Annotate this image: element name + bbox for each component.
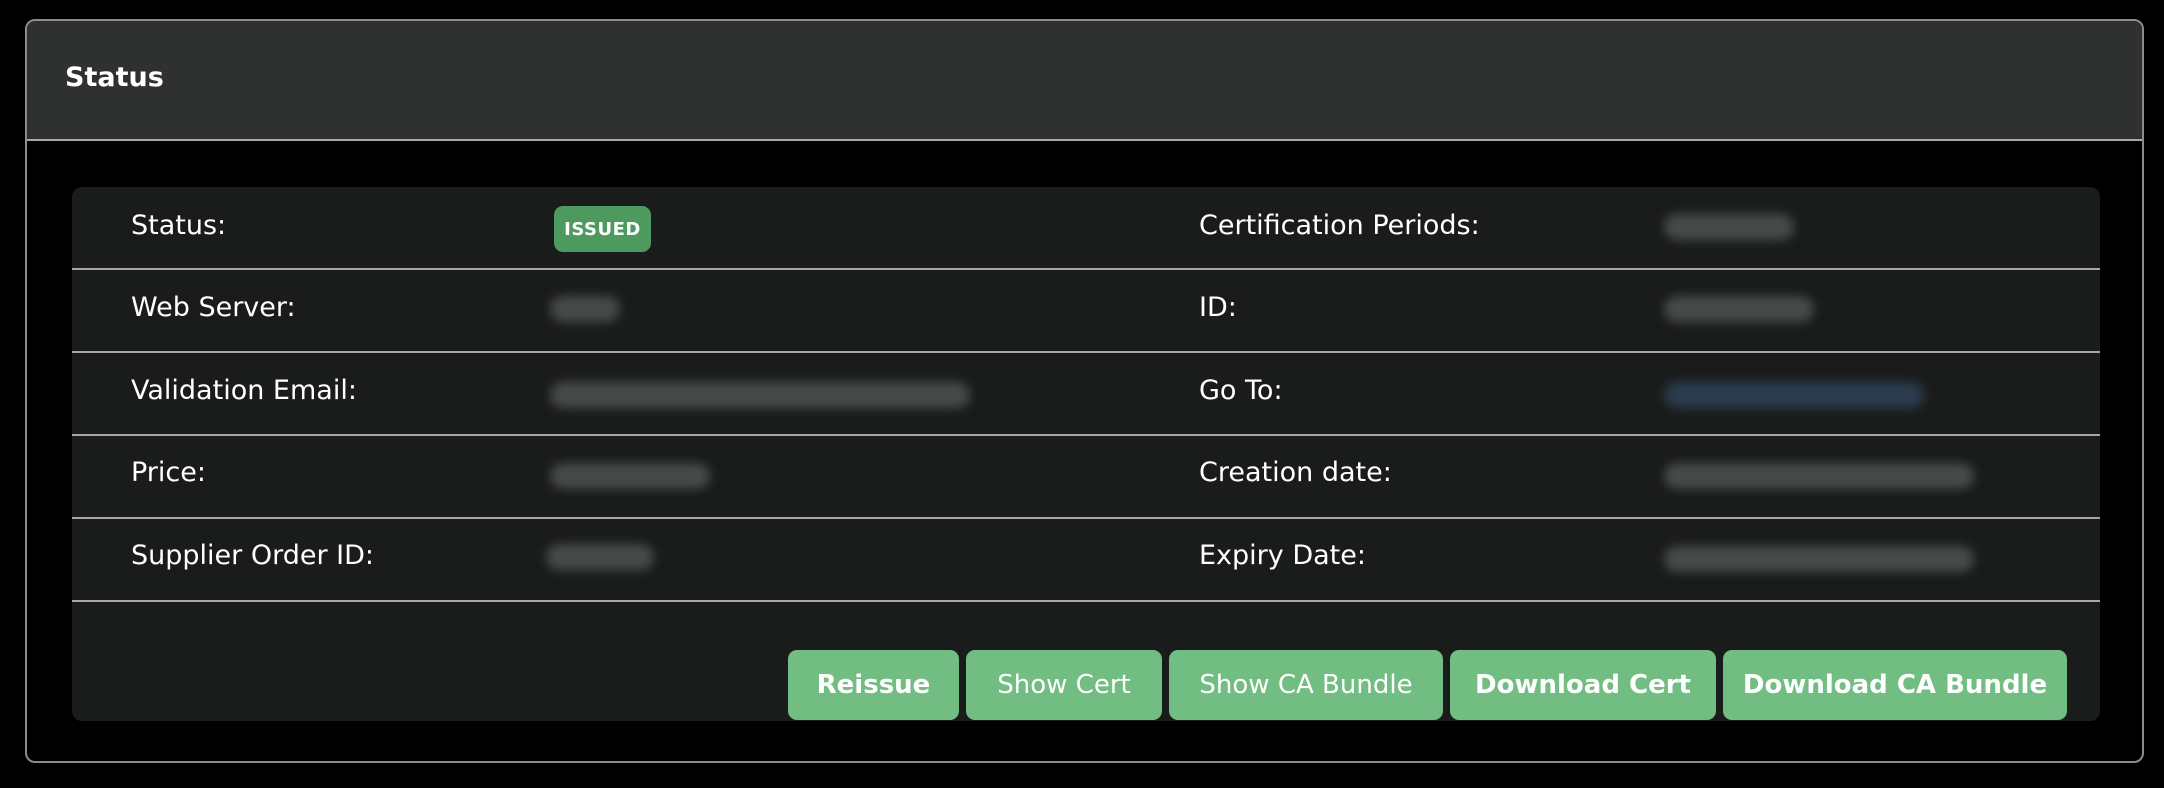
go-to-label: Go To: [1199, 375, 1283, 406]
id-value-redacted [1664, 296, 1814, 322]
web-server-value-redacted [550, 296, 620, 322]
card-header: Status [27, 21, 2142, 141]
download-ca-bundle-button[interactable]: Download CA Bundle [1723, 650, 2067, 720]
status-label: Status: [131, 210, 227, 241]
download-cert-button[interactable]: Download Cert [1450, 650, 1716, 720]
certification-periods-value-redacted [1664, 214, 1794, 240]
price-label: Price: [131, 457, 206, 488]
validation-email-value-redacted [550, 382, 970, 408]
creation-date-value-redacted [1664, 463, 1974, 489]
status-badge: ISSUED [554, 206, 651, 252]
expiry-date-value-redacted [1664, 546, 1974, 572]
supplier-order-id-value-redacted [546, 544, 654, 570]
go-to-link-redacted[interactable] [1664, 382, 1924, 408]
details-row-validation-email: Validation Email: Go To: [72, 353, 2100, 436]
show-ca-bundle-button[interactable]: Show CA Bundle [1169, 650, 1443, 720]
id-label: ID: [1199, 292, 1237, 323]
details-row-status: Status: ISSUED Certification Periods: [72, 187, 2100, 270]
creation-date-label: Creation date: [1199, 457, 1392, 488]
details-panel: Status: ISSUED Certification Periods: We… [72, 187, 2100, 721]
details-row-price: Price: Creation date: [72, 436, 2100, 519]
web-server-label: Web Server: [131, 292, 296, 323]
validation-email-label: Validation Email: [131, 375, 357, 406]
details-row-web-server: Web Server: ID: [72, 270, 2100, 353]
show-cert-button[interactable]: Show Cert [966, 650, 1162, 720]
expiry-date-label: Expiry Date: [1199, 540, 1366, 571]
details-row-supplier-order-id: Supplier Order ID: Expiry Date: [72, 519, 2100, 602]
reissue-button[interactable]: Reissue [788, 650, 959, 720]
card-title: Status [65, 62, 164, 93]
certification-periods-label: Certification Periods: [1199, 210, 1480, 241]
status-card: Status Status: ISSUED Certification Peri… [25, 19, 2144, 763]
price-value-redacted [550, 463, 710, 489]
supplier-order-id-label: Supplier Order ID: [131, 540, 374, 571]
